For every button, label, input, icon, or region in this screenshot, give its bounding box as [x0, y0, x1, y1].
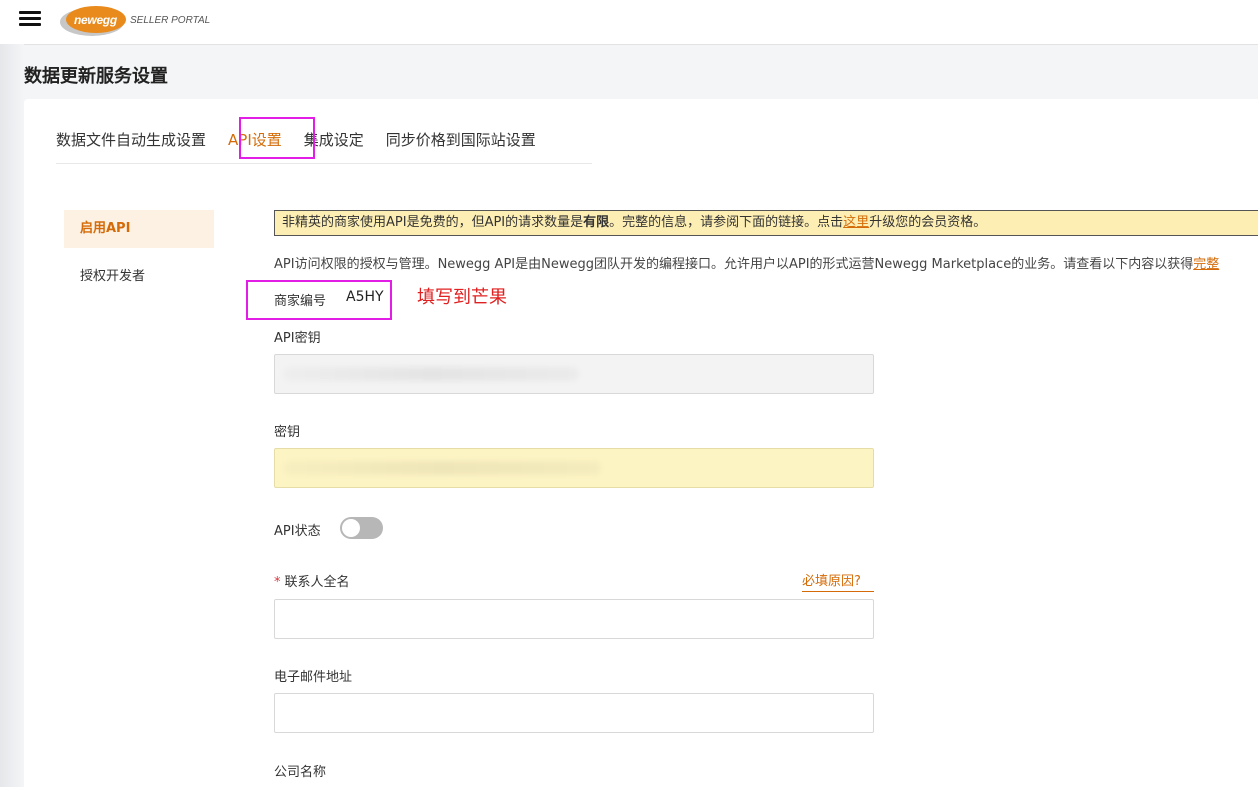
email-input[interactable] — [274, 693, 874, 733]
annotation-note: 填写到芒果 — [417, 287, 507, 308]
logo-text: newegg — [74, 13, 117, 27]
why-required-link[interactable]: 必填原因? — [802, 570, 874, 592]
contact-name-label-text: 联系人全名 — [284, 575, 350, 590]
logo-mark: newegg — [60, 4, 126, 36]
api-key-label: API密钥 — [274, 331, 321, 346]
email-label: 电子邮件地址 — [274, 670, 353, 685]
left-shade — [0, 44, 24, 787]
toggle-knob — [342, 519, 360, 537]
api-status-toggle[interactable] — [340, 517, 383, 539]
company-name-label: 公司名称 — [274, 765, 327, 780]
sidebar-item-enable-api[interactable]: 启用API — [64, 210, 214, 248]
notice-text-3: 升级您的会员资格。 — [869, 215, 987, 230]
secret-key-label: 密钥 — [274, 425, 301, 440]
contact-name-label: * 联系人全名 — [274, 571, 350, 590]
description-text: API访问权限的授权与管理。Newegg API是由Newegg团队开发的编程接… — [274, 257, 1194, 272]
api-key-field[interactable] — [274, 354, 874, 394]
api-tab-highlight-box — [239, 117, 315, 159]
newegg-logo[interactable]: newegg SELLER PORTAL — [60, 2, 210, 38]
notice-bold: 有限 — [583, 215, 610, 230]
upgrade-link[interactable]: 这里 — [843, 215, 869, 230]
tab-sync-price-settings[interactable]: 同步价格到国际站设置 — [386, 117, 536, 163]
sidebar-item-authorized-developers[interactable]: 授权开发者 — [64, 258, 214, 296]
portal-label: SELLER PORTAL — [130, 14, 211, 26]
notice-text-1: 非精英的商家使用API是免费的，但API的请求数量是 — [282, 215, 584, 230]
tab-data-file-settings[interactable]: 数据文件自动生成设置 — [56, 117, 206, 163]
merchant-id-label: 商家编号 — [274, 294, 327, 309]
menu-icon[interactable] — [19, 11, 41, 27]
api-status-label: API状态 — [274, 524, 321, 539]
tab-bar: 数据文件自动生成设置 API设置 集成设定 同步价格到国际站设置 — [56, 117, 592, 164]
page-title: 数据更新服务设置 — [24, 66, 168, 87]
top-bar: newegg SELLER PORTAL — [0, 0, 1258, 45]
contact-name-input[interactable] — [274, 599, 874, 639]
api-description: API访问权限的授权与管理。Newegg API是由Newegg团队开发的编程接… — [274, 253, 1258, 272]
redacted-value — [283, 367, 579, 381]
membership-notice: 非精英的商家使用API是免费的，但API的请求数量是有限。完整的信息，请参阅下面… — [274, 210, 1258, 236]
settings-card: 数据文件自动生成设置 API设置 集成设定 同步价格到国际站设置 启用API 授… — [24, 99, 1258, 787]
description-link[interactable]: 完整 — [1193, 257, 1219, 272]
secret-key-field[interactable] — [274, 448, 874, 488]
merchant-id-value: A5HY — [346, 289, 384, 305]
required-mark: * — [274, 575, 281, 590]
notice-text-2: 。完整的信息，请参阅下面的链接。点击 — [609, 215, 844, 230]
redacted-value — [283, 461, 601, 475]
